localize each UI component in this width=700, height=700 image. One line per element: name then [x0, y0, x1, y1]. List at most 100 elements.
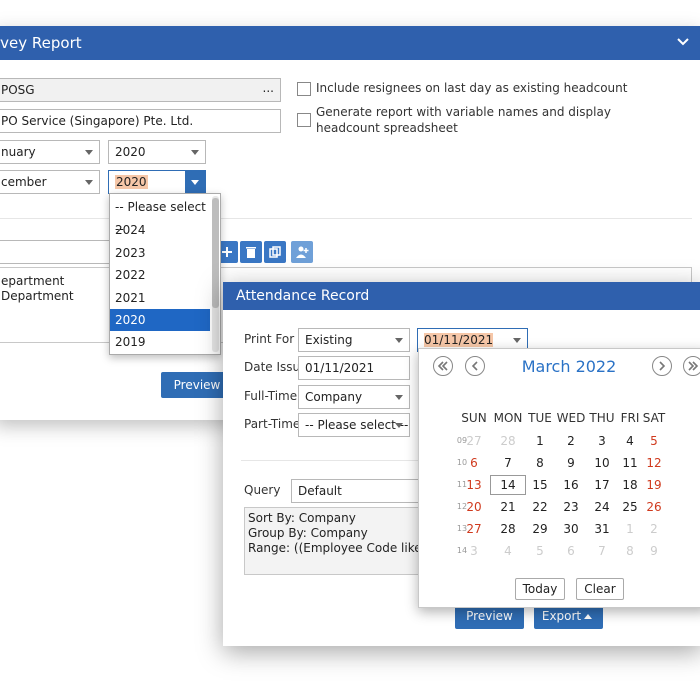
part-time-select[interactable]: -- Please select --: [298, 413, 410, 437]
caret-up-icon: [584, 614, 592, 619]
include-resignees-label: Include resignees on last day as existin…: [316, 81, 628, 95]
calendar-day[interactable]: 22: [524, 497, 556, 517]
calendar-day[interactable]: 4: [492, 541, 524, 561]
company-code-field[interactable]: POSG ...: [0, 78, 281, 102]
double-chevron-right-icon: [688, 361, 699, 371]
calendar-day[interactable]: 23: [555, 497, 587, 517]
print-for-select[interactable]: Existing: [298, 328, 410, 352]
full-time-select[interactable]: Company: [298, 385, 410, 409]
add-user-icon: [296, 246, 309, 258]
weekday-label: TUE: [528, 411, 552, 425]
calendar-day[interactable]: 21: [492, 497, 524, 517]
clear-button[interactable]: Clear: [576, 578, 624, 600]
print-for-value: Existing: [305, 333, 353, 347]
from-year-select[interactable]: 2020: [108, 140, 206, 164]
generate-variable-checkbox[interactable]: [297, 113, 311, 127]
calendar-day-current[interactable]: 14: [490, 475, 526, 495]
calendar-day[interactable]: 30: [555, 519, 587, 539]
weekday-label: SUN: [461, 411, 487, 425]
calendar-day[interactable]: 5: [524, 541, 556, 561]
next-year-button[interactable]: [683, 356, 700, 376]
calendar-day[interactable]: 16: [555, 475, 587, 495]
year-option[interactable]: 2023: [110, 242, 210, 264]
dropdown-arrow-icon: [85, 150, 93, 155]
dropdown-arrow-icon: [191, 150, 199, 155]
delete-button[interactable]: [240, 241, 262, 263]
date-picker-calendar[interactable]: March 2022 SUN MON TUE WED THU FRI SAT 09 27 28 1…: [418, 348, 700, 608]
calendar-day[interactable]: 26: [638, 497, 670, 517]
query-label: Query: [244, 483, 281, 497]
part-time-label: Part-Time: [244, 417, 301, 431]
export-label: Export: [541, 609, 582, 623]
calendar-day[interactable]: 27: [458, 519, 490, 539]
survey-report-title: rvey Report: [0, 34, 82, 52]
to-year-dropdown-toggle[interactable]: [185, 171, 205, 193]
calendar-day[interactable]: 9: [638, 541, 670, 561]
add-user-button[interactable]: [291, 241, 313, 263]
next-month-button[interactable]: [652, 356, 672, 376]
weekday-label: WED: [556, 411, 586, 425]
to-month-value: cember: [1, 175, 47, 189]
dropdown-arrow-icon: [85, 180, 93, 185]
year-option[interactable]: -- Please select --: [110, 196, 210, 236]
to-year-value: 2020: [115, 175, 148, 189]
filter-input[interactable]: [0, 240, 110, 264]
calendar-day[interactable]: 27: [458, 431, 490, 451]
calendar-day[interactable]: 13: [458, 475, 490, 495]
calendar-day[interactable]: 28: [492, 519, 524, 539]
list-item[interactable]: epartment: [1, 274, 64, 289]
year-option[interactable]: 2019: [110, 331, 210, 353]
calendar-day[interactable]: 6: [458, 453, 490, 473]
dropdown-scrollbar-thumb[interactable]: [212, 198, 219, 308]
date-issue-field[interactable]: 01/11/2021: [298, 356, 410, 380]
copy-button[interactable]: [264, 241, 286, 263]
year-dropdown-list[interactable]: -- Please select -- 2024 2023 2022 2021 …: [109, 193, 221, 355]
prev-year-button[interactable]: [433, 356, 453, 376]
calendar-day[interactable]: 28: [492, 431, 524, 451]
calendar-day[interactable]: 12: [638, 453, 670, 473]
calendar-day[interactable]: 5: [638, 431, 670, 451]
year-option[interactable]: 2022: [110, 264, 210, 286]
company-name-value: PO Service (Singapore) Pte. Ltd.: [1, 114, 194, 128]
year-option-selected[interactable]: 2020: [110, 309, 210, 331]
calendar-day[interactable]: 8: [524, 453, 556, 473]
today-button[interactable]: Today: [515, 578, 565, 600]
calendar-day[interactable]: 1: [524, 431, 556, 451]
list-item[interactable]: Department: [1, 289, 74, 304]
chevron-down-icon[interactable]: [676, 35, 690, 49]
calendar-day[interactable]: 29: [524, 519, 556, 539]
company-name-field[interactable]: PO Service (Singapore) Pte. Ltd.: [0, 109, 281, 133]
full-time-label: Full-Time: [244, 389, 298, 403]
calendar-day[interactable]: 19: [638, 475, 670, 495]
date-range-value: 01/11/2021: [424, 333, 494, 347]
dropdown-arrow-icon: [513, 338, 521, 343]
to-year-select[interactable]: 2020: [108, 170, 206, 194]
calendar-day[interactable]: 9: [555, 453, 587, 473]
dropdown-arrow-icon: [395, 423, 403, 428]
from-month-select[interactable]: nuary: [0, 140, 100, 164]
query-value: Default: [298, 484, 342, 498]
survey-report-titlebar: rvey Report: [0, 26, 700, 60]
to-month-select[interactable]: cember: [0, 170, 100, 194]
query-select[interactable]: Default: [291, 479, 421, 503]
company-code-lookup-button[interactable]: ...: [263, 79, 274, 99]
prev-month-button[interactable]: [465, 356, 485, 376]
calendar-day[interactable]: 20: [458, 497, 490, 517]
year-option[interactable]: 2021: [110, 287, 210, 309]
dropdown-arrow-icon: [395, 395, 403, 400]
calendar-day[interactable]: 6: [555, 541, 587, 561]
query-text-area[interactable]: Sort By: Company Group By: Company Range…: [244, 507, 420, 575]
query-text-line: Group By: Company: [248, 526, 368, 540]
chevron-right-icon: [659, 361, 666, 371]
chevron-left-icon: [471, 361, 478, 371]
calendar-day[interactable]: 15: [524, 475, 556, 495]
calendar-day[interactable]: 7: [492, 453, 524, 473]
calendar-month-title[interactable]: March 2022: [499, 357, 639, 376]
calendar-day[interactable]: 3: [458, 541, 490, 561]
query-text-line: Range: ((Employee Code like 'SG%': [248, 541, 420, 555]
year-option[interactable]: 2024: [110, 219, 210, 241]
include-resignees-checkbox[interactable]: [297, 82, 311, 96]
from-year-value: 2020: [115, 145, 146, 159]
calendar-day[interactable]: 2: [638, 519, 670, 539]
calendar-day[interactable]: 2: [555, 431, 587, 451]
